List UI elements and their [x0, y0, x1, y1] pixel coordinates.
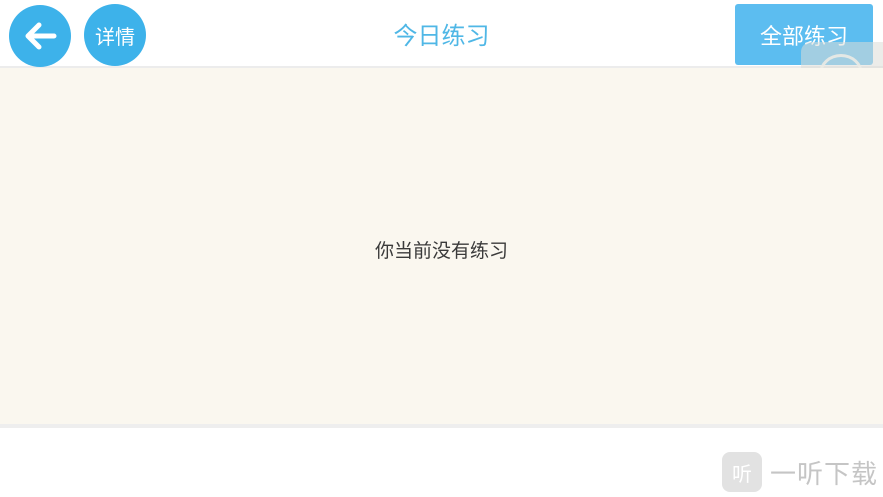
empty-state-message: 你当前没有练习 [374, 240, 508, 262]
watermark-logo-icon: 听 [722, 452, 762, 492]
practice-list-area: 你当前没有练习 [0, 68, 883, 424]
watermark-text: 一听下载 [770, 459, 879, 490]
app-screen: 详情 今日练习 全部练习 你当前没有练习 听 一听下载 [0, 0, 883, 497]
watermark: 听 一听下载 [722, 452, 878, 492]
divider [0, 424, 883, 428]
top-bar: 详情 今日练习 全部练习 [0, 0, 883, 68]
